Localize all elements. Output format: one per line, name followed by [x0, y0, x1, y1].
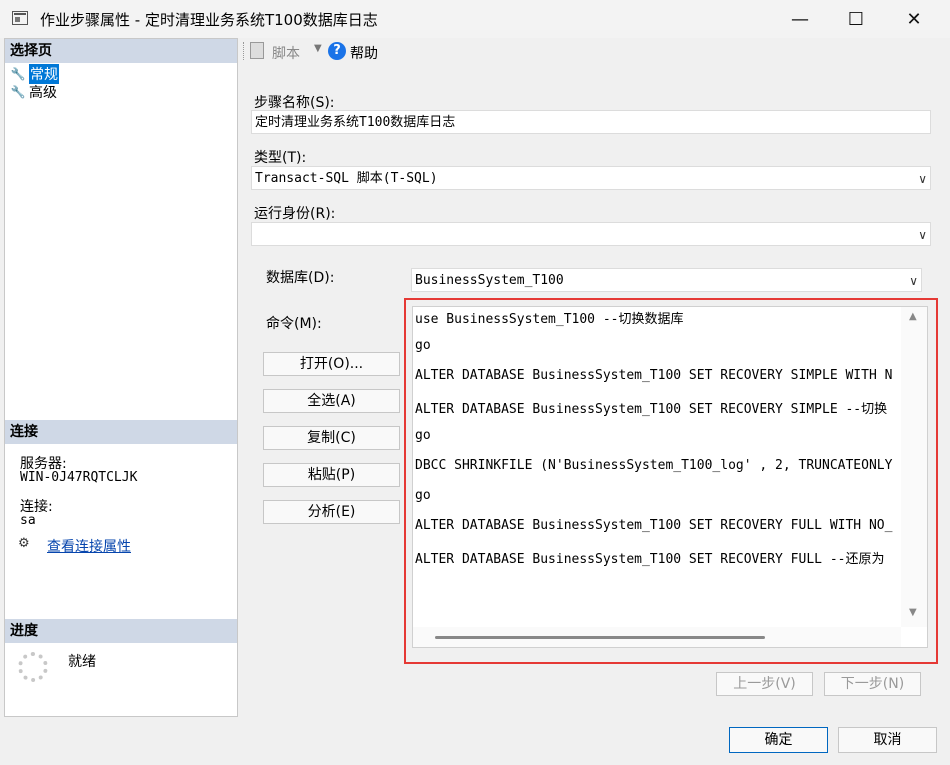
progress-status: 就绪 [68, 654, 96, 670]
step-name-field[interactable]: 定时清理业务系统T100数据库日志 [251, 110, 931, 134]
progress-spinner-icon [18, 652, 48, 682]
previous-step-button[interactable]: 上一步(V) [716, 672, 813, 696]
type-value: Transact-SQL 脚本(T-SQL) [255, 171, 438, 186]
help-button[interactable]: 帮助 [350, 43, 378, 63]
command-line: go [415, 428, 431, 443]
help-icon[interactable]: ? [328, 42, 346, 60]
ok-button[interactable]: 确定 [729, 727, 828, 753]
page-item-general[interactable]: 🔧 常规 [10, 64, 59, 84]
script-button[interactable]: 脚本 [272, 43, 300, 63]
command-line: go [415, 338, 431, 353]
connection-properties-icon: ⚙ [18, 536, 30, 551]
progress-header: 进度 [5, 619, 237, 643]
wrench-icon: 🔧 [10, 85, 26, 99]
page-item-label: 高级 [29, 85, 57, 101]
type-dropdown[interactable]: Transact-SQL 脚本(T-SQL) ∨ [251, 166, 931, 190]
left-panel: 选择页 🔧 常规 🔧 高级 连接 服务器: WIN-0J47RQTCLJK 连接… [4, 38, 238, 717]
paste-button[interactable]: 粘贴(P) [263, 463, 400, 487]
chevron-down-icon: ∨ [918, 172, 927, 186]
command-line: ALTER DATABASE BusinessSystem_T100 SET R… [415, 368, 893, 383]
copy-button[interactable]: 复制(C) [263, 426, 400, 450]
database-dropdown[interactable]: BusinessSystem_T100 ∨ [411, 268, 922, 292]
database-label: 数据库(D): [266, 270, 335, 286]
select-all-button[interactable]: 全选(A) [263, 389, 400, 413]
command-line: use BusinessSystem_T100 --切换数据库 [415, 312, 684, 327]
next-step-button[interactable]: 下一步(N) [824, 672, 921, 696]
view-connection-properties-link[interactable]: 查看连接属性 [47, 536, 131, 556]
toolbar-grip [243, 42, 246, 60]
select-page-header: 选择页 [5, 39, 237, 63]
parse-button[interactable]: 分析(E) [263, 500, 400, 524]
chevron-down-icon[interactable]: ▼ [314, 43, 322, 54]
command-line: ALTER DATABASE BusinessSystem_T100 SET R… [415, 402, 888, 417]
horizontal-scroll-thumb[interactable] [435, 636, 765, 639]
script-icon [250, 42, 264, 59]
window-title: 作业步骤属性 - 定时清理业务系统T100数据库日志 [40, 11, 378, 29]
cancel-button[interactable]: 取消 [838, 727, 937, 753]
minimize-button[interactable]: — [773, 0, 827, 38]
vertical-scrollbar[interactable]: ▲ ▼ [901, 307, 927, 627]
command-line: ALTER DATABASE BusinessSystem_T100 SET R… [415, 518, 893, 533]
open-button[interactable]: 打开(O)... [263, 352, 400, 376]
command-line: ALTER DATABASE BusinessSystem_T100 SET R… [415, 552, 885, 567]
chevron-down-icon: ∨ [918, 228, 927, 242]
maximize-button[interactable]: ☐ [829, 0, 883, 38]
scroll-up-icon[interactable]: ▲ [909, 311, 917, 322]
horizontal-scrollbar[interactable] [413, 627, 901, 647]
step-name-label: 步骤名称(S): [254, 95, 335, 111]
window-icon [12, 11, 28, 25]
type-label: 类型(T): [254, 150, 307, 166]
server-value: WIN-0J47RQTCLJK [20, 470, 138, 485]
run-as-dropdown[interactable]: ∨ [251, 222, 931, 246]
wrench-icon: 🔧 [10, 67, 26, 81]
connection-header: 连接 [5, 420, 237, 444]
command-line: go [415, 488, 431, 503]
command-line: DBCC SHRINKFILE (N'BusinessSystem_T100_l… [415, 458, 893, 473]
scroll-down-icon[interactable]: ▼ [909, 607, 917, 618]
close-button[interactable]: ✕ [887, 0, 941, 38]
connection-value: sa [20, 513, 36, 528]
database-value: BusinessSystem_T100 [415, 273, 564, 288]
run-as-label: 运行身份(R): [254, 206, 336, 222]
page-item-advanced[interactable]: 🔧 高级 [11, 83, 57, 101]
command-label: 命令(M): [266, 316, 322, 332]
page-item-label: 常规 [29, 64, 59, 84]
command-editor[interactable]: use BusinessSystem_T100 --切换数据库 go ALTER… [412, 306, 928, 648]
chevron-down-icon: ∨ [909, 274, 918, 288]
